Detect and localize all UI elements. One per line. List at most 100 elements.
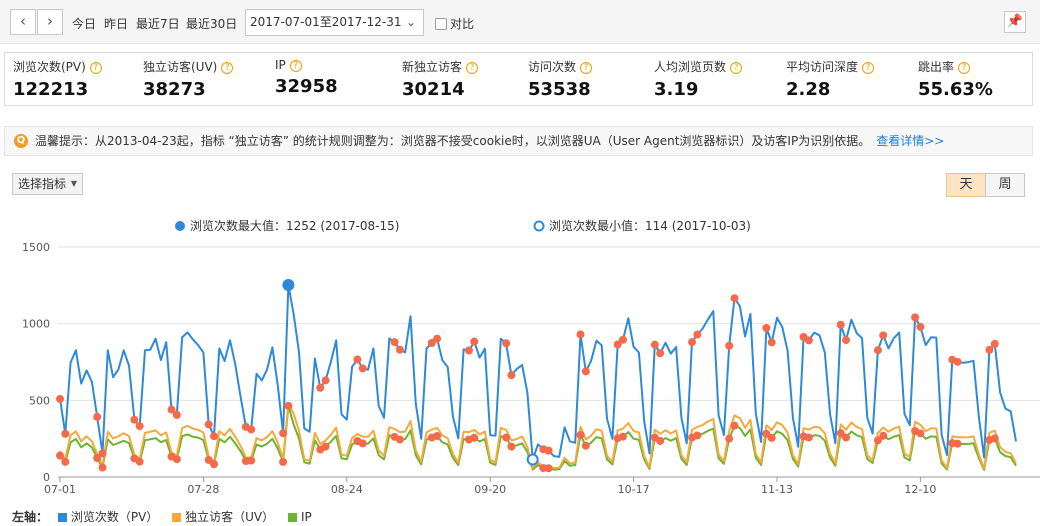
legend-item-ip[interactable]: IP [287, 510, 312, 524]
caret-down-icon: ▼ [70, 179, 77, 188]
next-period-button[interactable]: › [37, 9, 63, 35]
pv-weekend-point [130, 415, 139, 424]
min-value-label: 浏览次数最小值：114 (2017-10-03) [549, 218, 751, 233]
granularity-week-button[interactable]: 周 [985, 173, 1025, 197]
pin-button[interactable]: 📌 [1004, 11, 1026, 33]
chart-legend: 左轴： 浏览次数（PV） 独立访客（UV） IP [12, 508, 322, 525]
trend-chart: 05001000150007-01 07-28 08-24 09-20 10-17 11-… [22, 218, 1040, 496]
metric-selector[interactable]: 选择指标 ▼ [12, 173, 83, 195]
x-tick-label: 10-17 [618, 483, 650, 496]
help-icon[interactable]: ? [221, 62, 234, 74]
pv-weekend-point [358, 364, 367, 373]
quick-range-30days[interactable]: 最近30日 [186, 15, 237, 32]
min-point-marker [526, 453, 539, 466]
help-icon[interactable]: ? [289, 60, 302, 72]
max-point-marker [282, 279, 295, 292]
pv-weekend-point [433, 334, 442, 343]
quick-range-7days[interactable]: 最近7日 [136, 15, 180, 32]
ip-weekend-point [433, 432, 442, 441]
pv-weekend-point [98, 449, 107, 458]
ip-weekend-point [725, 434, 734, 443]
pv-weekend-point [56, 394, 64, 403]
ip-weekend-point [618, 432, 627, 441]
ip-weekend-point [247, 456, 256, 465]
pv-weekend-point [279, 429, 288, 438]
help-icon[interactable]: ? [89, 62, 102, 74]
quick-range-yesterday[interactable]: 昨日 [104, 15, 128, 32]
metric-card: 跳出率? 55.63% [918, 58, 993, 100]
pv-weekend-point [61, 429, 70, 438]
ip-weekend-point [502, 433, 511, 442]
pv-weekend-point [916, 322, 925, 331]
max-value-label: 浏览次数最大值：1252 (2017-08-15) [190, 218, 399, 233]
pv-weekend-point [507, 371, 516, 380]
pv-weekend-point [873, 346, 882, 355]
help-icon[interactable]: ? [466, 62, 479, 74]
metric-selector-label: 选择指标 [18, 177, 67, 191]
legend-swatch [57, 513, 67, 522]
metric-value: 2.28 [786, 79, 831, 100]
metric-card: 浏览次数(PV)? 122213 [13, 58, 102, 100]
ip-weekend-point [804, 433, 813, 442]
ip-weekend-point [61, 457, 70, 466]
pin-icon: 📌 [1006, 14, 1024, 29]
pv-weekend-point [985, 345, 994, 354]
granularity-day-button[interactable]: 天 [946, 173, 986, 197]
prev-period-button[interactable]: ‹ [10, 9, 36, 35]
chevron-down-icon: ⌄ [405, 15, 416, 29]
notice-text: 温馨提示：从2013-04-23起，指标 “独立访客” 的统计规则调整为：浏览器… [35, 134, 871, 148]
legend-axis-label: 左轴： [12, 510, 49, 524]
metric-value: 53538 [528, 79, 591, 100]
ip-weekend-point [172, 455, 181, 464]
help-icon[interactable]: ? [862, 62, 875, 74]
legend-swatch [287, 513, 297, 522]
ip-weekend-point [358, 439, 367, 448]
ip-weekend-point [210, 460, 219, 469]
legend-swatch [172, 513, 182, 522]
compare-label: 对比 [450, 17, 475, 31]
pv-weekend-point [502, 339, 511, 348]
chevron-left-icon: ‹ [20, 12, 26, 30]
pv-weekend-point [767, 338, 776, 347]
pv-weekend-point [618, 335, 627, 344]
metric-label: 浏览次数(PV) [13, 60, 86, 74]
pv-weekend-point [390, 338, 399, 347]
pv-weekend-point [544, 446, 553, 455]
pv-weekend-point [464, 346, 473, 355]
legend-label: 浏览次数（PV） [70, 510, 159, 524]
pv-weekend-point [804, 336, 813, 345]
pv-weekend-point [576, 330, 585, 339]
y-tick-label: 1500 [22, 241, 50, 254]
checkbox-icon [435, 18, 447, 30]
pv-weekend-point [990, 339, 999, 348]
legend-item-pv[interactable]: 浏览次数（PV） [57, 510, 159, 524]
ip-weekend-point [576, 430, 585, 439]
pv-weekend-point [693, 330, 702, 339]
see-details-link[interactable]: 查看详情>> [876, 134, 944, 148]
metric-card: 人均浏览页数? 3.19 [654, 58, 743, 100]
help-icon[interactable]: ? [580, 62, 593, 74]
metric-label: 新独立访客 [402, 60, 463, 74]
pv-weekend-point [470, 337, 479, 346]
ip-weekend-point [56, 451, 64, 460]
ip-weekend-point [395, 435, 404, 444]
ip-weekend-point [693, 431, 702, 440]
toolbar: ‹ › 今日 昨日 最近7日 最近30日 2017-07-01至2017-12-… [0, 0, 1040, 44]
metric-card: 平均访问深度? 2.28 [786, 58, 875, 100]
metric-card: 访问次数? 53538 [528, 58, 593, 100]
legend-item-uv[interactable]: 独立访客（UV） [172, 510, 274, 524]
date-range-picker[interactable]: 2017-07-01至2017-12-31 ⌄ [245, 9, 424, 36]
metric-label: 人均浏览页数 [654, 60, 727, 74]
chevron-right-icon: › [47, 12, 53, 30]
ip-weekend-point [284, 401, 293, 410]
help-icon[interactable]: ? [730, 62, 743, 74]
pv-weekend-point [135, 422, 144, 431]
ip-weekend-point [470, 433, 479, 442]
quick-range-today[interactable]: 今日 [72, 15, 96, 32]
pv-weekend-point [911, 313, 920, 322]
metric-card: 新独立访客? 30214 [402, 58, 479, 100]
compare-checkbox[interactable]: 对比 [435, 15, 474, 32]
help-icon[interactable]: ? [958, 62, 971, 74]
metric-label: 访问次数 [528, 60, 577, 74]
pv-weekend-point [316, 383, 325, 392]
